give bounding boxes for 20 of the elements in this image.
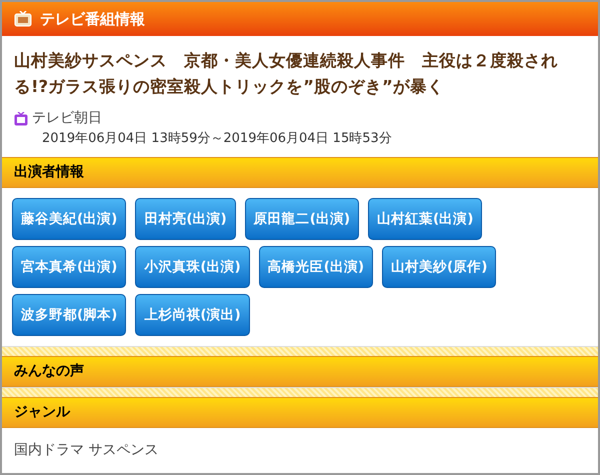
cast-button[interactable]: 高橋光臣(出演) [258, 246, 374, 288]
cast-button[interactable]: 小沢真珠(出演) [135, 246, 250, 288]
air-time: 2019年06月04日 13時59分～2019年06月04日 15時53分 [41, 130, 393, 148]
section-header: ジャンル [2, 396, 598, 428]
cast-button[interactable]: 原田龍二(出演) [244, 198, 360, 240]
cast-button[interactable]: 山村紅葉(出演) [368, 198, 482, 240]
cast-button[interactable]: 田村亮(出演) [135, 198, 236, 240]
header-title: テレビ番組情報 [40, 8, 145, 30]
genre-text: 国内ドラマ サスペンス [13, 441, 160, 460]
channel-name: テレビ朝日 [32, 109, 102, 128]
cast-button[interactable]: 山村美紗(原作) [382, 246, 496, 288]
cast-button[interactable]: 宮本真希(出演) [12, 246, 126, 288]
program-title: 山村美紗サスペンス 京都・美人女優連続殺人事件 主役は２度殺される!?ガラス張りの密室殺人トリックを”股のぞき”が暴く [14, 50, 559, 98]
cast-button[interactable]: 波多野都(脚本) [12, 294, 126, 336]
cast-button[interactable]: 藤谷美紀(出演) [12, 198, 126, 240]
tv-icon [14, 11, 32, 27]
section-header: 出演者情報 [2, 156, 598, 188]
section-header: みんなの声 [2, 356, 598, 387]
cast-button[interactable]: 上杉尚祺(演出) [135, 294, 250, 336]
tv-icon [14, 112, 28, 126]
